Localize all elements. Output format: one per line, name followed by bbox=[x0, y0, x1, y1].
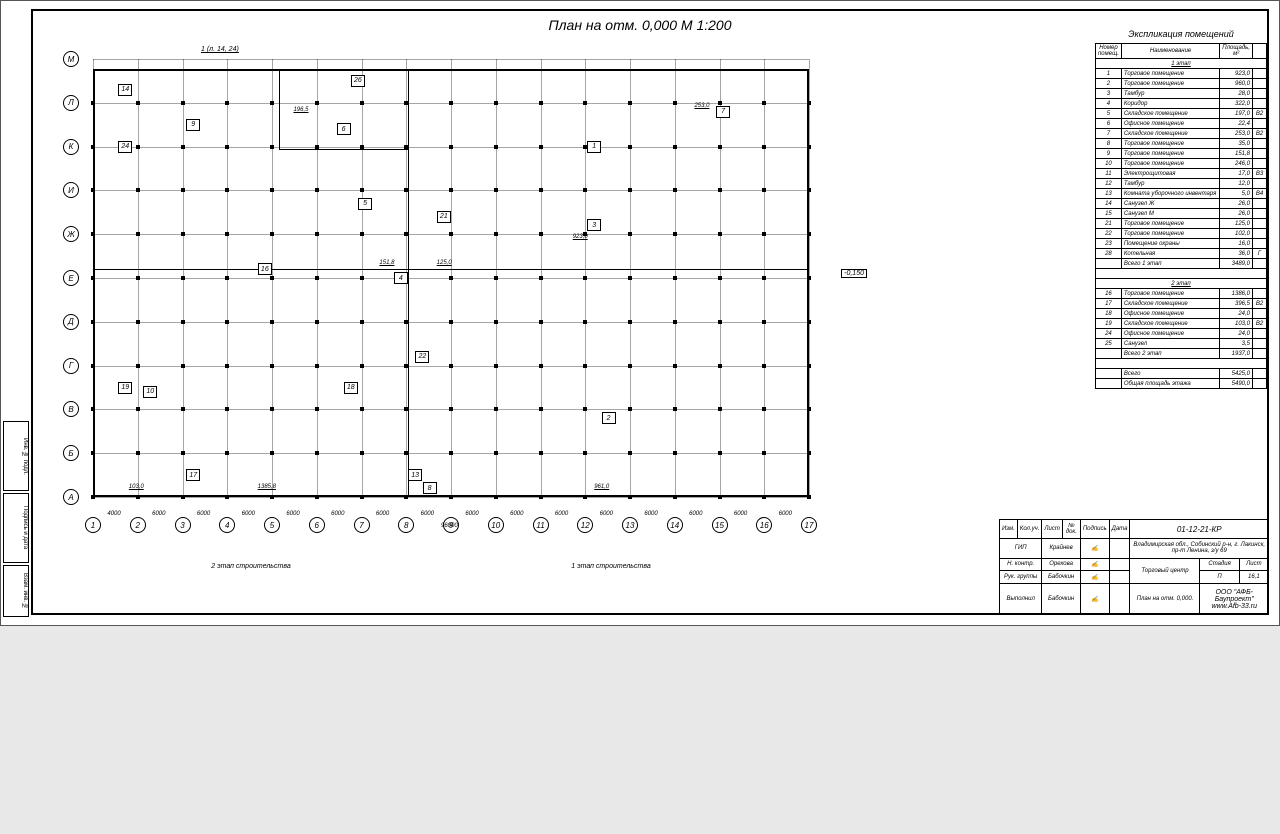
dim: 103,0 bbox=[129, 484, 144, 490]
axis-letter: А bbox=[63, 489, 79, 505]
room-num: 14 bbox=[118, 84, 132, 96]
room-num: 4 bbox=[394, 272, 408, 284]
room-num: 19 bbox=[118, 382, 132, 394]
room-num: 1 bbox=[587, 141, 601, 153]
axis-letter: Л bbox=[63, 95, 79, 111]
drawing-sheet: Инв. № подл. Подпись и дата Взам. инв. №… bbox=[0, 0, 1280, 626]
room-num: 6 bbox=[337, 123, 351, 135]
dim: 196,5 bbox=[293, 107, 308, 113]
axis-letter: М bbox=[63, 51, 79, 67]
section-note: 1 (л. 14, 24) bbox=[201, 46, 239, 53]
dim: 961,0 bbox=[594, 484, 609, 490]
axis-letter: И bbox=[63, 182, 79, 198]
room-num: 17 bbox=[186, 469, 200, 481]
axis-number: 2 bbox=[130, 517, 146, 533]
room-num: 16 bbox=[258, 263, 272, 275]
axis-number: 5 bbox=[264, 517, 280, 533]
schedule-table: Номер помещ. Наименование Площадь, м² 1 … bbox=[1095, 43, 1267, 389]
stage-label: 1 этап строительства bbox=[571, 563, 650, 570]
axis-number: 17 bbox=[801, 517, 817, 533]
room-num: 7 bbox=[716, 106, 730, 118]
room-num: 13 bbox=[408, 469, 422, 481]
side-label: Инв. № подл. bbox=[3, 421, 29, 491]
axis-number: 10 bbox=[488, 517, 504, 533]
dim: 125,0 bbox=[437, 260, 452, 266]
axis-letter: Е bbox=[63, 270, 79, 286]
axis-number: 15 bbox=[712, 517, 728, 533]
side-label: Подпись и дата bbox=[3, 493, 29, 563]
axis-number: 4 bbox=[219, 517, 235, 533]
axis-number: 13 bbox=[622, 517, 638, 533]
dim: 923,0 bbox=[573, 234, 588, 240]
drawing-title: План на отм. 0,000 М 1:200 bbox=[1, 17, 1279, 33]
side-label: Взам. инв. № bbox=[3, 565, 29, 617]
axis-letter: В bbox=[63, 401, 79, 417]
room-num: 5 bbox=[358, 198, 372, 210]
schedule-title: Экспликация помещений bbox=[1095, 29, 1267, 39]
room-num: 2 bbox=[602, 412, 616, 424]
axis-number: 1 bbox=[85, 517, 101, 533]
room-num: 8 bbox=[423, 482, 437, 494]
room-num: 10 bbox=[143, 386, 157, 398]
axis-number: 16 bbox=[756, 517, 772, 533]
room-num: 24 bbox=[118, 141, 132, 153]
elev-mark: -0,150 bbox=[841, 269, 867, 278]
axis-letter: Б bbox=[63, 445, 79, 461]
axis-number: 11 bbox=[533, 517, 549, 533]
dim: 151,8 bbox=[379, 260, 394, 266]
axis-letter: К bbox=[63, 139, 79, 155]
axis-number: 14 bbox=[667, 517, 683, 533]
dim: 253,0 bbox=[694, 103, 709, 109]
room-num: 22 bbox=[415, 351, 429, 363]
title-block: Изм. Кол.уч. Лист № док. Подпись Дата 01… bbox=[999, 519, 1269, 615]
dim: 1385,8 bbox=[258, 484, 276, 490]
axis-number: 8 bbox=[398, 517, 414, 533]
axis-letter: Г bbox=[63, 358, 79, 374]
axis-number: 7 bbox=[354, 517, 370, 533]
room-num: 26 bbox=[351, 75, 365, 87]
axis-letter: Ж bbox=[63, 226, 79, 242]
room-num: 9 bbox=[186, 119, 200, 131]
room-num: 21 bbox=[437, 211, 451, 223]
axis-number: 6 bbox=[309, 517, 325, 533]
floor-plan: 1234567891011121314151617АБВГДЕЖИКЛМ4000… bbox=[93, 59, 809, 497]
axis-letter: Д bbox=[63, 314, 79, 330]
room-schedule: Экспликация помещений Номер помещ. Наиме… bbox=[1095, 29, 1267, 389]
stage-label: 2 этап строительства bbox=[211, 563, 290, 570]
axis-number: 3 bbox=[175, 517, 191, 533]
axis-number: 12 bbox=[577, 517, 593, 533]
room-num: 18 bbox=[344, 382, 358, 394]
room-num: 3 bbox=[587, 219, 601, 231]
